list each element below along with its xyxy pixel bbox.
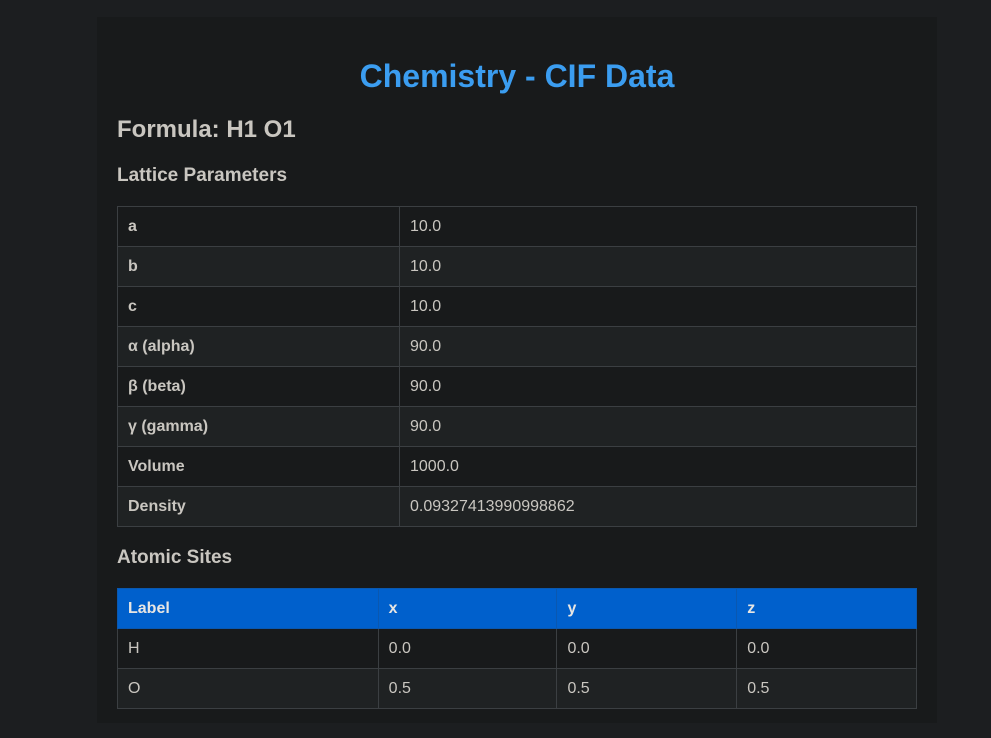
page: Chemistry - CIF Data Formula: H1 O1 Latt…: [0, 0, 991, 738]
param-value: 10.0: [399, 286, 917, 327]
atomic-sites-table: Label x y z H 0.0 0.0 0.0 O 0.5 0.5 0.5: [117, 588, 917, 709]
param-value: 10.0: [399, 246, 917, 287]
page-title: Chemistry - CIF Data: [359, 58, 675, 94]
param-label: α (alpha): [117, 326, 400, 367]
param-label: γ (gamma): [117, 406, 400, 447]
column-header-z: z: [736, 588, 917, 629]
table-header-row: Label x y z: [117, 588, 917, 629]
site-z: 0.5: [736, 668, 917, 709]
site-label: H: [117, 628, 379, 669]
table-row: H 0.0 0.0 0.0: [117, 628, 917, 669]
param-value: 0.09327413990998862: [399, 486, 917, 527]
param-value: 90.0: [399, 406, 917, 447]
table-row: c 10.0: [117, 286, 917, 327]
param-label: β (beta): [117, 366, 400, 407]
site-x: 0.5: [377, 668, 558, 709]
param-value: 10.0: [399, 206, 917, 247]
site-y: 0.0: [556, 628, 738, 669]
atomic-sites-heading: Atomic Sites: [117, 547, 233, 568]
table-row: γ (gamma) 90.0: [117, 406, 917, 447]
param-label: Volume: [117, 446, 400, 487]
column-header-y: y: [556, 588, 738, 629]
site-z: 0.0: [736, 628, 917, 669]
table-row: Density 0.09327413990998862: [117, 486, 917, 527]
content-panel: Chemistry - CIF Data Formula: H1 O1 Latt…: [97, 17, 937, 723]
lattice-parameters-table: a 10.0 b 10.0 c 10.0 α (alpha) 90.0 β (b…: [117, 206, 917, 527]
param-value: 90.0: [399, 366, 917, 407]
site-x: 0.0: [377, 628, 558, 669]
table-row: β (beta) 90.0: [117, 366, 917, 407]
param-label: a: [117, 206, 400, 247]
param-value: 1000.0: [399, 446, 917, 487]
formula-heading: Formula: H1 O1: [117, 116, 296, 143]
table-row: a 10.0: [117, 206, 917, 247]
column-header-x: x: [377, 588, 558, 629]
site-label: O: [117, 668, 379, 709]
param-value: 90.0: [399, 326, 917, 367]
param-label: Density: [117, 486, 400, 527]
table-row: b 10.0: [117, 246, 917, 287]
table-row: O 0.5 0.5 0.5: [117, 668, 917, 709]
table-row: α (alpha) 90.0: [117, 326, 917, 367]
site-y: 0.5: [556, 668, 738, 709]
lattice-parameters-heading: Lattice Parameters: [117, 165, 288, 186]
column-header-label: Label: [117, 588, 379, 629]
param-label: b: [117, 246, 400, 287]
table-row: Volume 1000.0: [117, 446, 917, 487]
param-label: c: [117, 286, 400, 327]
